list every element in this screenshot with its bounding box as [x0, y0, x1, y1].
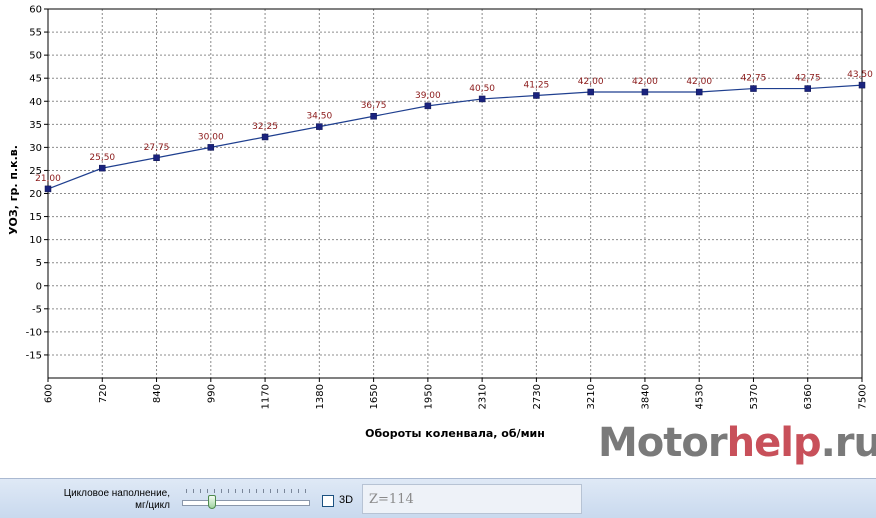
y-tick-label: 10 [29, 235, 42, 246]
data-label: 30,00 [198, 132, 224, 142]
data-label: 34,50 [306, 112, 332, 122]
y-tick-label: 30 [29, 143, 42, 154]
x-tick-label: 720 [98, 384, 109, 403]
y-tick-label: 55 [29, 28, 42, 39]
x-tick-label: 5370 [749, 384, 760, 409]
data-label: 25,50 [89, 153, 115, 163]
data-point [207, 144, 215, 151]
data-label: 42,00 [578, 77, 604, 87]
data-point [316, 123, 323, 130]
cycle-fill-slider[interactable] [182, 487, 310, 513]
x-tick-label: 600 [44, 384, 55, 403]
data-point [695, 88, 703, 96]
y-tick-label: 15 [29, 212, 42, 223]
data-point [424, 102, 432, 110]
data-point [804, 85, 811, 92]
y-tick-label: 20 [29, 189, 42, 200]
data-label: 42,75 [741, 74, 767, 84]
x-tick-label: 3210 [586, 384, 597, 409]
data-point [750, 85, 757, 92]
z-value-panel: Z=114 [362, 484, 582, 514]
x-tick-label: 7500 [858, 384, 869, 409]
x-tick-label: 2310 [478, 384, 489, 409]
x-axis-title: Обороты коленвала, об/мин [365, 427, 545, 440]
data-point [641, 88, 649, 96]
y-tick-label: -10 [26, 327, 42, 338]
data-point [858, 81, 866, 89]
y-tick-label: -5 [32, 304, 42, 315]
y-tick-label: -15 [26, 350, 42, 361]
plot-area [48, 9, 862, 378]
y-tick-label: 5 [36, 258, 42, 269]
cycle-fill-label-line1: Цикловое наполнение, [63, 488, 170, 499]
x-tick-label: 840 [152, 384, 163, 403]
checkbox-3d-label[interactable]: 3D [339, 494, 353, 506]
z-value-text: Z=114 [369, 492, 414, 507]
cycle-fill-label-line2: мг/цикл [135, 500, 170, 511]
data-label: 42,75 [795, 74, 821, 84]
y-tick-label: 40 [29, 97, 42, 108]
data-label: 39,00 [415, 91, 441, 101]
y-tick-label: 60 [29, 5, 42, 16]
data-point [533, 92, 540, 99]
data-label: 42,00 [686, 77, 712, 87]
data-point [587, 88, 594, 96]
slider-thumb[interactable] [208, 495, 217, 509]
x-tick-label: 2730 [532, 384, 543, 409]
x-tick-label: 4530 [695, 384, 706, 409]
checkbox-3d[interactable] [322, 495, 334, 507]
data-label: 21,00 [35, 174, 61, 184]
data-label: 40,50 [469, 84, 495, 94]
y-tick-label: 45 [29, 74, 42, 85]
bottom-control-bar: Цикловое наполнение, мг/цикл 3D Z=114 [0, 478, 876, 518]
x-tick-label: 1170 [261, 384, 272, 409]
slider-ticks [186, 489, 306, 493]
y-tick-label: 35 [29, 120, 42, 131]
x-tick-label: 1650 [369, 384, 380, 409]
x-tick-label: 1380 [315, 384, 326, 409]
x-tick-label: 3840 [640, 384, 651, 409]
data-label: 41,25 [524, 80, 550, 90]
y-tick-label: 0 [36, 281, 42, 292]
y-axis-title: УОЗ, гр. п.к.в. [7, 145, 20, 235]
data-label: 43,50 [847, 70, 873, 80]
x-tick-label: 6360 [803, 384, 814, 409]
watermark-logo: Motorhelp.ru [598, 420, 876, 466]
x-tick-label: 1950 [423, 384, 434, 409]
data-label: 42,00 [632, 77, 658, 87]
data-point [370, 112, 377, 120]
data-point [261, 133, 269, 141]
y-tick-label: 50 [29, 51, 42, 62]
chart-panel: -15 -10 -5 0 5 10 15 20 25 30 35 40 45 50 55 60 600 720 84… [0, 0, 876, 478]
data-label: 27,75 [144, 143, 170, 153]
data-label: 32,25 [252, 122, 278, 132]
data-point [99, 164, 106, 172]
data-point [153, 154, 160, 162]
ignition-timing-chart: -15-10-5051015202530354045505560600 720 84… [7, 5, 873, 441]
slider-track[interactable] [182, 500, 310, 506]
data-label: 36,75 [361, 101, 387, 111]
data-point [44, 185, 52, 193]
data-point [478, 95, 486, 103]
x-tick-label: 990 [206, 384, 217, 403]
cycle-fill-label: Цикловое наполнение, мг/цикл [20, 488, 170, 512]
